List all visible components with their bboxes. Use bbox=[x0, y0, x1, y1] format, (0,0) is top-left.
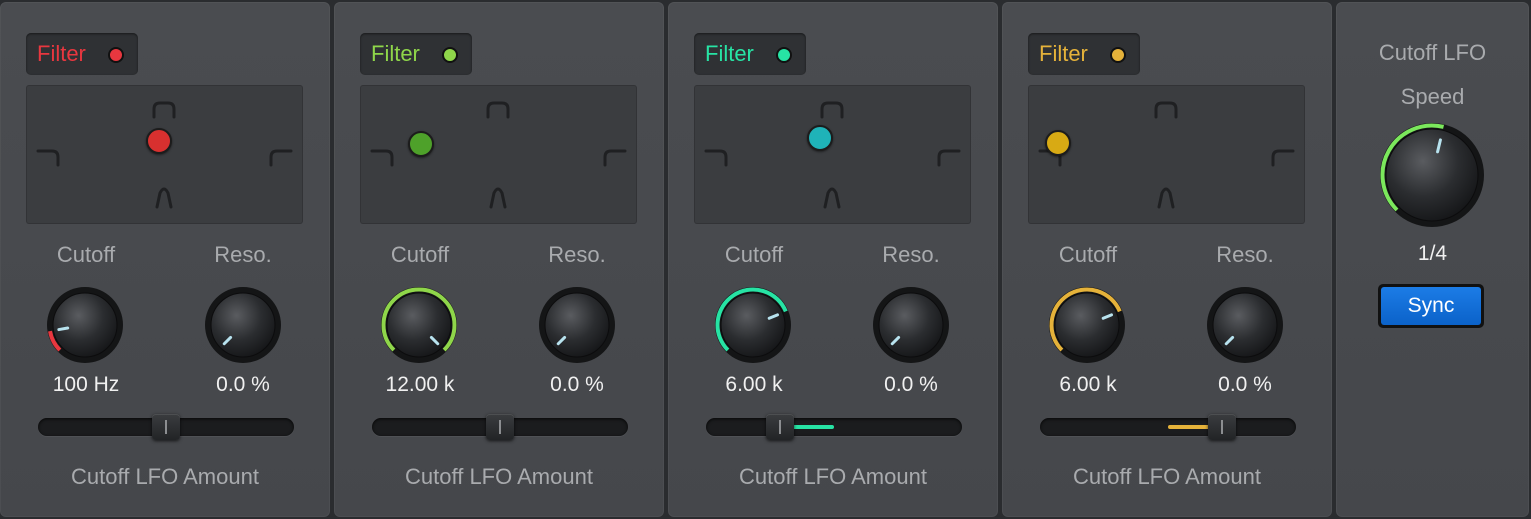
notch-shape-icon bbox=[489, 187, 507, 209]
cutoff-lfo-amount-label: Cutoff LFO Amount bbox=[1073, 464, 1261, 489]
resonance-knob[interactable] bbox=[538, 286, 616, 364]
notch-shape-icon bbox=[1157, 187, 1175, 209]
slider-thumb[interactable] bbox=[1208, 414, 1236, 440]
cutoff-label: Cutoff bbox=[56, 242, 116, 267]
resonance-value: 0.0 % bbox=[1218, 373, 1272, 396]
filter-type-handle[interactable] bbox=[408, 131, 434, 157]
resonance-value: 0.0 % bbox=[550, 373, 604, 396]
resonance-knob[interactable] bbox=[872, 286, 950, 364]
lowpass-shape-icon bbox=[370, 149, 394, 167]
bandpass-shape-icon bbox=[820, 101, 844, 119]
lowpass-shape-icon bbox=[704, 149, 728, 167]
cutoff-label: Cutoff bbox=[390, 242, 450, 267]
filter-type-xy-pad[interactable] bbox=[694, 85, 971, 224]
filter-label: Filter bbox=[1039, 41, 1088, 66]
sync-button[interactable]: Sync bbox=[1378, 284, 1484, 328]
knob-indicator bbox=[57, 326, 70, 332]
cutoff-lfo-amount-label: Cutoff LFO Amount bbox=[71, 464, 259, 489]
cutoff-value: 6.00 k bbox=[1059, 373, 1117, 396]
cutoff-lfo-amount-label: Cutoff LFO Amount bbox=[739, 464, 927, 489]
slider-thumb[interactable] bbox=[766, 414, 794, 440]
filter-type-handle[interactable] bbox=[807, 125, 833, 151]
filter-led-icon bbox=[776, 47, 792, 63]
filter-label: Filter bbox=[37, 41, 86, 66]
bandpass-shape-icon bbox=[152, 101, 176, 119]
highpass-shape-icon bbox=[603, 149, 627, 167]
cutoff-lfo-amount-slider[interactable] bbox=[1040, 414, 1296, 440]
cutoff-knob[interactable] bbox=[380, 286, 458, 364]
notch-shape-icon bbox=[823, 187, 841, 209]
cutoff-lfo-amount-slider[interactable] bbox=[706, 414, 962, 440]
filter-type-xy-pad[interactable] bbox=[1028, 85, 1305, 224]
lfo-speed-value: 1/4 bbox=[1417, 242, 1448, 265]
cutoff-knob[interactable] bbox=[1048, 286, 1126, 364]
lfo-speed-knob[interactable] bbox=[1379, 122, 1485, 228]
resonance-label: Reso. bbox=[214, 242, 272, 267]
cutoff-lfo-panel: Cutoff LFO Speed 1/4 Sync bbox=[1336, 2, 1529, 517]
cutoff-value: 6.00 k bbox=[725, 373, 783, 396]
slider-thumb[interactable] bbox=[486, 414, 514, 440]
lowpass-shape-icon bbox=[36, 149, 60, 167]
resonance-label: Reso. bbox=[1216, 242, 1274, 267]
filter-panel-3: Filter Cutoff Reso. 6.00 k 0.0 % Cutoff LFO… bbox=[668, 2, 998, 517]
cutoff-value: 12.00 k bbox=[385, 373, 455, 396]
cutoff-value: 100 Hz bbox=[52, 373, 120, 396]
slider-thumb[interactable] bbox=[152, 414, 180, 440]
filter-panel-1: Filter Cutoff Reso. 100 Hz 0.0 % Cutoff LFO… bbox=[0, 2, 330, 517]
cutoff-lfo-amount-slider[interactable] bbox=[38, 414, 294, 440]
filter-panel-4: Filter Cutoff Reso. 6.00 k 0.0 % Cutoff LFO… bbox=[1002, 2, 1332, 517]
cutoff-label: Cutoff bbox=[1058, 242, 1118, 267]
resonance-value: 0.0 % bbox=[216, 373, 270, 396]
filter-toggle-button[interactable]: Filter bbox=[26, 33, 138, 75]
notch-shape-icon bbox=[155, 187, 173, 209]
filter-led-icon bbox=[442, 47, 458, 63]
filter-type-xy-pad[interactable] bbox=[360, 85, 637, 224]
cutoff-lfo-amount-label: Cutoff LFO Amount bbox=[405, 464, 593, 489]
filter-type-xy-pad[interactable] bbox=[26, 85, 303, 224]
filter-label: Filter bbox=[371, 41, 420, 66]
highpass-shape-icon bbox=[269, 149, 293, 167]
highpass-shape-icon bbox=[1271, 149, 1295, 167]
filter-led-icon bbox=[108, 47, 124, 63]
filter-type-handle[interactable] bbox=[146, 128, 172, 154]
sync-button-label: Sync bbox=[1381, 287, 1481, 325]
bandpass-shape-icon bbox=[1154, 101, 1178, 119]
filter-label: Filter bbox=[705, 41, 754, 66]
cutoff-lfo-amount-slider[interactable] bbox=[372, 414, 628, 440]
filter-toggle-button[interactable]: Filter bbox=[1028, 33, 1140, 75]
resonance-knob[interactable] bbox=[204, 286, 282, 364]
resonance-label: Reso. bbox=[882, 242, 940, 267]
bandpass-shape-icon bbox=[486, 101, 510, 119]
filter-toggle-button[interactable]: Filter bbox=[694, 33, 806, 75]
highpass-shape-icon bbox=[937, 149, 961, 167]
resonance-knob[interactable] bbox=[1206, 286, 1284, 364]
filter-type-handle[interactable] bbox=[1045, 130, 1071, 156]
cutoff-knob[interactable] bbox=[714, 286, 792, 364]
cutoff-knob[interactable] bbox=[46, 286, 124, 364]
filter-panel-2: Filter Cutoff Reso. 12.00 k 0.0 % Cutoff LF… bbox=[334, 2, 664, 517]
cutoff-label: Cutoff bbox=[724, 242, 784, 267]
filter-toggle-button[interactable]: Filter bbox=[360, 33, 472, 75]
resonance-label: Reso. bbox=[548, 242, 606, 267]
filter-led-icon bbox=[1110, 47, 1126, 63]
cutoff-lfo-title: Cutoff LFO bbox=[1378, 40, 1487, 65]
speed-label: Speed bbox=[1400, 84, 1465, 109]
resonance-value: 0.0 % bbox=[884, 373, 938, 396]
